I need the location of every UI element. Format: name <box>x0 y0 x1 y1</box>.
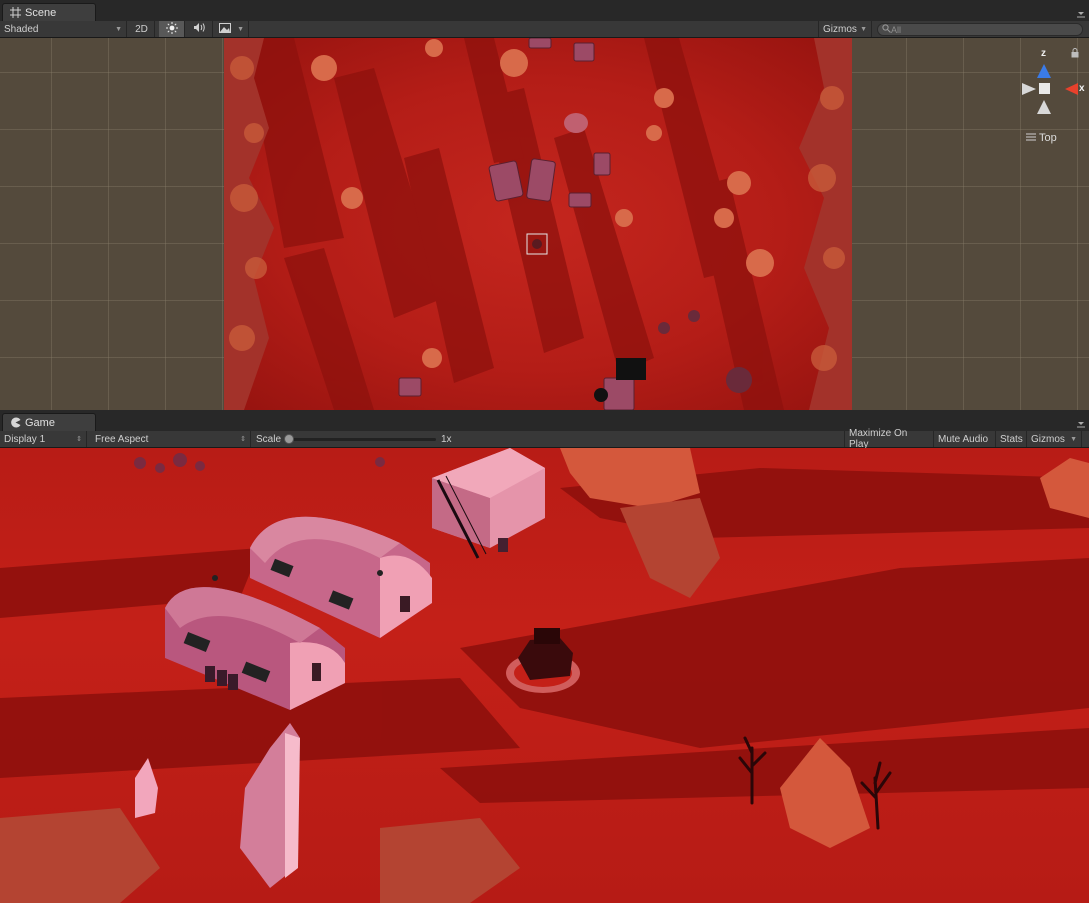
dropdown-arrow-icon: ▼ <box>860 25 867 33</box>
scene-audio-toggle[interactable] <box>187 21 213 37</box>
updown-arrow-icon: ⇕ <box>240 436 246 443</box>
sun-icon <box>165 21 178 37</box>
tab-game[interactable]: Game <box>2 413 96 431</box>
scene-level-art <box>224 38 852 410</box>
scene-tab-label: Scene <box>25 6 57 19</box>
menu-lines-icon <box>1026 133 1036 144</box>
game-tab-label: Game <box>25 416 55 429</box>
aspect-label: Free Aspect <box>95 433 149 445</box>
updown-arrow-icon: ⇕ <box>76 436 82 443</box>
display-label: Display 1 <box>4 433 46 445</box>
scale-slider-track[interactable] <box>286 438 436 441</box>
search-icon <box>882 24 891 35</box>
view-mode-label[interactable]: Top <box>1026 132 1057 144</box>
image-icon <box>219 22 231 36</box>
scene-effects-dropdown[interactable]: ▼ <box>215 21 249 37</box>
stats-label: Stats <box>1000 433 1023 445</box>
toggle-2d-button[interactable]: 2D <box>129 21 155 37</box>
panel-menu-icon[interactable] <box>1076 418 1086 428</box>
gizmo-z-label: z <box>1041 48 1046 59</box>
scene-search-input[interactable]: All <box>877 23 1083 36</box>
scene-gizmos-dropdown[interactable]: Gizmos ▼ <box>818 21 872 37</box>
scale-value: 1x <box>441 434 452 445</box>
shading-mode-label: Shaded <box>4 23 39 35</box>
mute-audio-label: Mute Audio <box>938 433 989 445</box>
toggle-2d-label: 2D <box>135 23 148 35</box>
display-dropdown[interactable]: Display 1 ⇕ <box>0 431 87 447</box>
gizmo-neg-z-arrow[interactable] <box>1037 100 1051 114</box>
aspect-dropdown[interactable]: Free Aspect ⇕ <box>91 431 251 447</box>
game-toolbar: Display 1 ⇕ Free Aspect ⇕ Scale 1x Maxim… <box>0 428 1089 450</box>
search-placeholder: All <box>891 24 902 35</box>
scene-level-map <box>224 38 852 410</box>
scene-tab-bar: Scene <box>0 0 1089 21</box>
dropdown-arrow-icon: ▼ <box>237 25 244 33</box>
maximize-on-play-toggle[interactable]: Maximize On Play <box>844 428 934 450</box>
game-gizmos-label: Gizmos <box>1031 433 1065 445</box>
scale-label: Scale <box>256 433 282 445</box>
scale-slider-thumb[interactable] <box>284 434 294 444</box>
scene-toolbar: Shaded ▼ 2D ▼ Gizmos ▼ All <box>0 21 1089 38</box>
pacman-icon <box>9 417 21 429</box>
game-viewport[interactable] <box>0 448 1089 903</box>
scale-control[interactable]: Scale 1x <box>252 431 452 447</box>
view-mode-text: Top <box>1039 132 1057 144</box>
maximize-on-play-label: Maximize On Play <box>849 428 908 450</box>
gizmo-neg-x-arrow[interactable] <box>1022 83 1036 95</box>
grid-icon <box>9 7 21 19</box>
game-gizmos-dropdown[interactable]: Gizmos ▼ <box>1027 431 1082 447</box>
mute-audio-toggle[interactable]: Mute Audio <box>934 431 996 447</box>
panel-menu-icon[interactable] <box>1076 8 1086 18</box>
scene-lighting-toggle[interactable] <box>159 21 185 37</box>
lock-icon[interactable] <box>1071 48 1079 61</box>
dropdown-arrow-icon: ▼ <box>115 25 122 33</box>
gizmo-x-arrow[interactable] <box>1065 83 1078 95</box>
speaker-icon <box>193 22 206 36</box>
game-rendered-scene <box>0 448 1089 903</box>
scene-gizmos-label: Gizmos <box>823 23 857 35</box>
scene-viewport[interactable]: z x Top <box>0 38 1089 410</box>
shading-mode-dropdown[interactable]: Shaded ▼ <box>0 21 127 37</box>
gizmo-z-arrow[interactable] <box>1037 64 1051 78</box>
gizmo-center-cube[interactable] <box>1039 83 1050 94</box>
stats-toggle[interactable]: Stats <box>996 431 1027 447</box>
tab-scene[interactable]: Scene <box>2 3 96 21</box>
dropdown-arrow-icon: ▼ <box>1070 435 1077 443</box>
gizmo-x-label: x <box>1079 83 1085 94</box>
